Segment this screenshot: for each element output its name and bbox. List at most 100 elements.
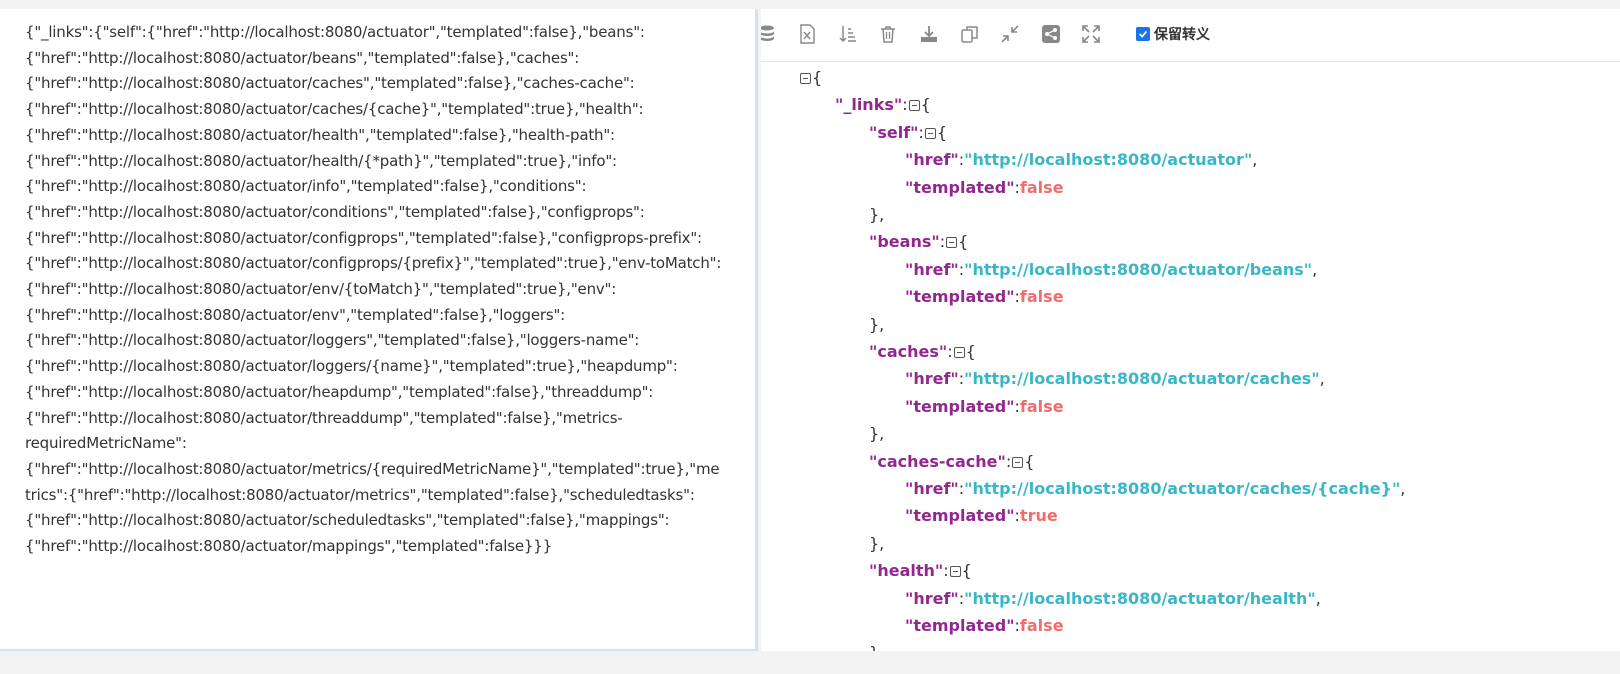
raw-json-line: requiredMetricName": [25,434,187,453]
tree-entry-row: "health": { [869,560,972,582]
trash-icon[interactable] [876,22,900,46]
json-string-value: "http://localhost:8080/actuator/caches/{… [964,479,1401,498]
json-key: "templated" [905,396,1015,416]
tree-templated-row: "templated":true [905,505,1058,527]
collapse-toggle-icon[interactable] [1012,456,1024,468]
colon: : [939,232,946,252]
open-brace: { [812,68,823,87]
colon: : [902,95,908,115]
collapse-toggle-icon[interactable] [949,566,961,578]
top-strip [760,0,1620,9]
json-string-value: "http://localhost:8080/actuator/health" [964,588,1316,608]
collapse-toggle-icon[interactable] [946,237,958,249]
json-key: "templated" [905,616,1015,635]
json-key: "caches" [869,342,948,361]
tree-root-row: { [799,67,822,89]
raw-json-line: {"href":"http://localhost:8080/actuator/… [25,331,640,350]
collapse-toggle-icon[interactable] [908,100,920,112]
collapse-toggle-icon[interactable] [924,127,936,139]
open-brace: { [965,342,976,361]
raw-json-panel[interactable]: {"_links":{"self":{"href":"http://localh… [0,9,758,651]
collapse-toggle-icon[interactable] [953,347,965,358]
collapse-icon[interactable] [998,22,1022,46]
json-key: "_links" [835,95,903,115]
raw-json-line: {"href":"http://localhost:8080/actuator/… [25,511,670,530]
raw-json-line: {"href":"http://localhost:8080/actuator/… [25,177,587,196]
toolbar: 保留转义 [761,9,1620,62]
raw-json-line: {"href":"http://localhost:8080/actuator/… [25,48,580,67]
tree-href-row: "href":"http://localhost:8080/actuator", [905,149,1257,171]
json-viewer-page: {"_links":{"self":{"href":"http://localh… [0,0,1620,674]
share-icon[interactable] [1039,22,1063,46]
tree-close-row: }, [869,423,884,445]
colon: : [947,342,953,361]
close-brace: }, [869,533,885,553]
json-key: "templated" [905,506,1015,526]
tree-close-row: }, [869,314,884,336]
tree-href-row: "href":"http://localhost:8080/actuator/c… [905,368,1325,390]
open-brace: { [920,95,931,115]
json-key: "beans" [869,232,940,252]
tree-entry-row: "caches-cache": { [869,451,1034,473]
json-key: "href" [905,479,959,498]
colon: : [943,561,949,581]
json-key: "caches-cache" [869,451,1006,471]
expand-icon[interactable] [1079,22,1103,46]
tree-close-row: }, [869,533,884,555]
raw-json-line: {"href":"http://localhost:8080/actuator/… [25,74,635,93]
excel-icon[interactable] [795,22,819,46]
json-key: "templated" [905,177,1015,197]
tree-href-row: "href":"http://localhost:8080/actuator/c… [905,478,1405,500]
copy-icon[interactable] [958,22,982,46]
bottom-bar [0,651,1620,674]
download-icon[interactable] [917,22,941,46]
open-brace: { [961,561,972,581]
comma: , [1400,479,1406,498]
raw-json-line: {"href":"http://localhost:8080/actuator/… [25,100,644,119]
keep-escape-label: 保留转义 [1154,27,1210,43]
tree-entry-row: "caches": { [869,341,976,363]
raw-json-line: {"href":"http://localhost:8080/actuator/… [25,125,615,144]
tree-templated-row: "templated":false [905,177,1064,199]
raw-json-text[interactable]: {"_links":{"self":{"href":"http://localh… [25,20,750,560]
raw-json-line: {"href":"http://localhost:8080/actuator/… [25,254,722,273]
json-boolean-value: false [1019,177,1064,197]
json-key: "href" [905,369,959,389]
raw-json-line: {"href":"http://localhost:8080/actuator/… [25,537,552,556]
keep-escape-option[interactable]: 保留转义 [1136,24,1210,44]
json-string-value: "http://localhost:8080/actuator" [964,150,1253,170]
raw-json-line: {"href":"http://localhost:8080/actuator/… [25,357,678,376]
tree-entry-row: "beans": { [869,231,968,253]
sort-icon[interactable] [836,22,860,46]
raw-json-line: {"href":"http://localhost:8080/actuator/… [25,459,720,478]
close-brace: }, [869,205,885,224]
tree-close-row: }, [869,642,884,651]
tree-templated-row: "templated":false [905,396,1064,418]
open-brace: { [1024,451,1035,471]
colon: : [1005,451,1012,471]
open-brace: { [958,232,969,252]
close-brace: }, [869,424,885,444]
keep-escape-checkbox[interactable] [1136,27,1150,41]
raw-json-line: {"href":"http://localhost:8080/actuator/… [25,151,617,170]
tree-entry-row: "self": { [869,122,947,144]
raw-json-line: {"href":"http://localhost:8080/actuator/… [25,202,645,221]
database-icon[interactable] [761,22,779,46]
json-key: "href" [905,259,959,279]
raw-json-line: {"href":"http://localhost:8080/actuator/… [25,382,654,401]
tree-href-row: "href":"http://localhost:8080/actuator/b… [905,259,1317,281]
json-string-value: "http://localhost:8080/actuator/beans" [964,259,1313,279]
comma: , [1312,259,1318,279]
json-boolean-value: false [1019,616,1064,635]
tree-href-row: "href":"http://localhost:8080/actuator/h… [905,588,1321,610]
collapse-toggle-icon[interactable] [800,73,811,84]
tree-close-row: }, [869,204,884,226]
raw-json-line: trics":{"href":"http://localhost:8080/ac… [25,485,695,504]
comma: , [1315,588,1321,608]
raw-json-line: {"href":"http://localhost:8080/actuator/… [25,280,617,299]
raw-json-line: {"href":"http://localhost:8080/actuator/… [25,228,702,247]
json-key: "href" [905,588,959,608]
tree-links-row: "_links": { [835,94,931,116]
json-key: "href" [905,150,959,170]
close-brace: }, [869,314,885,334]
